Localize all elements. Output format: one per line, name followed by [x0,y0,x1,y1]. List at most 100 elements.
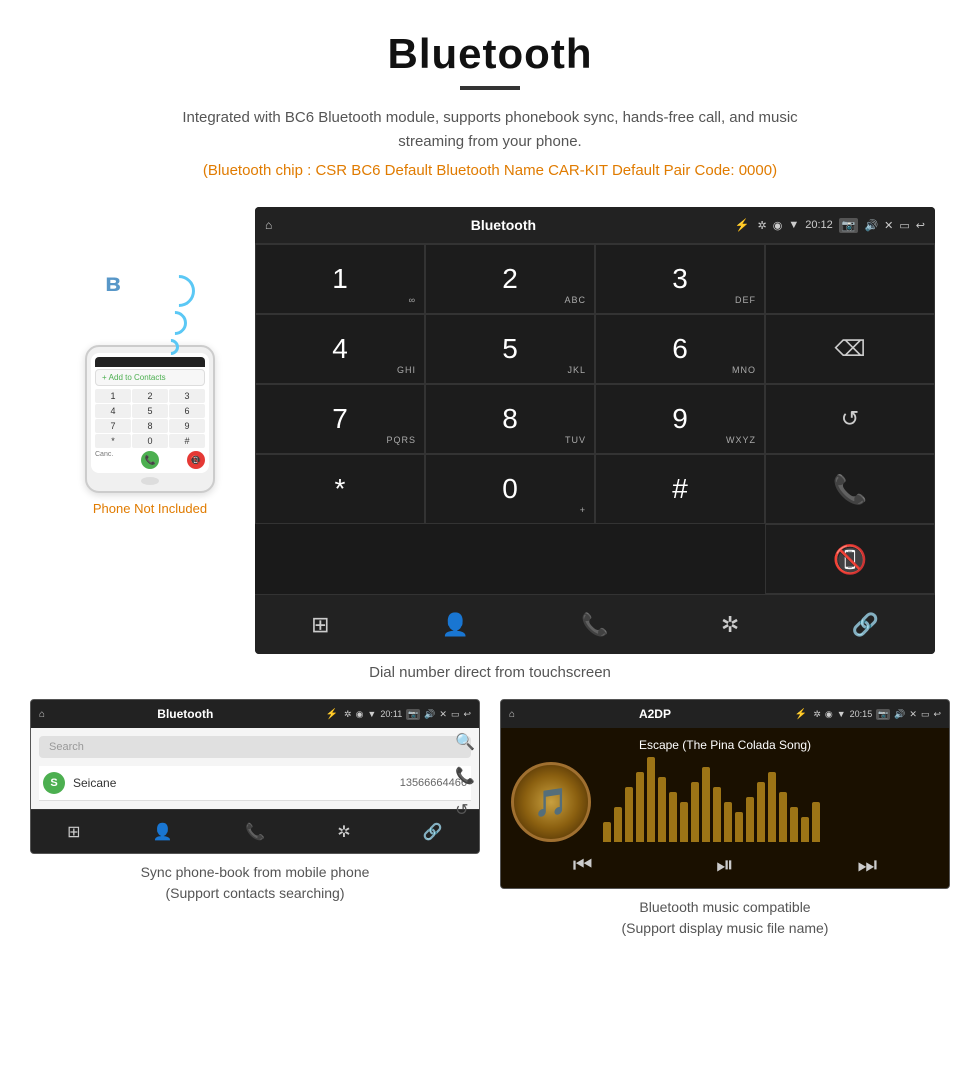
dial-key-8[interactable]: 8TUV [425,384,595,454]
phone-key-hash: # [169,434,205,448]
dial-key-hash[interactable]: # [595,454,765,524]
contacts-refresh-icon[interactable]: ↺ [455,800,475,820]
dial-cell-empty-1 [765,244,935,314]
dial-key-reload[interactable]: ↺ [765,384,935,454]
contacts-bt-icon: ✲ [344,709,352,720]
car-bottom-link-icon[interactable]: 🔗 [851,612,878,638]
contact-row[interactable]: S Seicane 13566664466 [39,766,471,801]
music-bt-icon: ✲ [813,709,821,720]
eq-bar [691,782,699,842]
music-next-button[interactable]: ⏭ [857,852,877,878]
phone-side: ʙ + Add to Contacts 1 2 3 4 5 [45,267,255,516]
search-bar[interactable]: Search [39,736,471,758]
contacts-bottom-phone-icon[interactable]: 📞 [245,822,265,842]
eq-bar [669,792,677,842]
dial-key-3[interactable]: 3DEF [595,244,765,314]
dial-end-button[interactable]: 📵 [765,524,935,594]
music-prev-button[interactable]: ⏮ [573,852,593,878]
contacts-bottom-bt-icon[interactable]: ✲ [337,822,350,842]
bluetooth-signal-area: ʙ [105,267,195,337]
subtitle: Integrated with BC6 Bluetooth module, su… [150,106,830,154]
music-controls: ⏮ ⏯ ⏭ [511,852,939,878]
contacts-bottom-user-icon[interactable]: 👤 [153,822,173,842]
music-sig-icon: ▼ [837,709,846,720]
phone-home-button[interactable] [141,477,159,485]
music-home-icon[interactable]: ⌂ [509,709,515,720]
car-window-icon: ▭ [899,219,909,232]
car-dialpad-screen: ⌂ Bluetooth ⚡ ✲ ◉ ▼ 20:12 📷 🔊 ✕ ▭ ↩ 1∞ 2… [255,207,935,654]
signal-arc-medium [158,306,192,340]
eq-bar [713,787,721,842]
music-loc-icon: ◉ [825,709,833,720]
main-content: ʙ + Add to Contacts 1 2 3 4 5 [0,207,980,654]
dial-key-5[interactable]: 5JKL [425,314,595,384]
dial-key-star[interactable]: * [255,454,425,524]
car-location-icon: ◉ [773,219,783,232]
eq-bar [636,772,644,842]
contacts-close-icon[interactable]: ✕ [439,709,447,720]
dial-key-delete[interactable]: ⌫ [765,314,935,384]
car-bottom-grid-icon[interactable]: ⊞ [311,612,329,638]
music-body: Escape (The Pina Colada Song) 🎵 ⏮ ⏯ ⏭ [501,728,949,888]
dial-key-7[interactable]: 7PQRS [255,384,425,454]
phone-end-button[interactable]: 📵 [187,451,205,469]
contacts-home-icon[interactable]: ⌂ [39,709,45,720]
phone-key-3: 3 [169,389,205,403]
eq-bar [680,802,688,842]
contacts-time: 20:11 [380,709,402,720]
music-back-icon[interactable]: ↩ [933,709,941,720]
music-main: 🎵 [511,762,939,842]
contacts-bottom-grid-icon[interactable]: ⊞ [67,822,80,842]
car-close-icon[interactable]: ✕ [884,219,893,232]
music-time: 20:15 [850,709,873,720]
contacts-status-bar: ⌂ Bluetooth ⚡ ✲ ◉ ▼ 20:11 📷 🔊 ✕ ▭ ↩ [31,700,479,728]
music-close-icon[interactable]: ✕ [909,709,917,720]
car-home-icon[interactable]: ⌂ [265,218,272,232]
contacts-back-icon[interactable]: ↩ [463,709,471,720]
contacts-win-icon: ▭ [451,709,460,720]
phone-status-bar [95,357,205,367]
car-usb-icon: ⚡ [735,218,750,232]
bottom-row: ⌂ Bluetooth ⚡ ✲ ◉ ▼ 20:11 📷 🔊 ✕ ▭ ↩ [0,699,980,959]
car-bottom-phone-icon[interactable]: 📞 [581,612,608,638]
music-play-pause-button[interactable]: ⏯ [716,852,734,878]
contacts-call-icon[interactable]: 📞 [455,766,475,786]
phone-key-6: 6 [169,404,205,418]
add-contact-label: Add to Contacts [109,373,166,382]
music-win-icon: ▭ [921,709,930,720]
contacts-bottom-link-icon[interactable]: 🔗 [423,822,443,842]
eq-bar [658,777,666,842]
dial-key-9[interactable]: 9WXYZ [595,384,765,454]
dial-key-0[interactable]: 0+ [425,454,595,524]
music-screen: ⌂ A2DP ⚡ ✲ ◉ ▼ 20:15 📷 🔊 ✕ ▭ ↩ Escape (T… [500,699,950,889]
phone-key-0: 0 [132,434,168,448]
contacts-search-icon[interactable]: 🔍 [455,732,475,752]
car-bottom-bt-icon[interactable]: ✲ [721,612,739,638]
phone-call-button[interactable]: 📞 [141,451,159,469]
contacts-loc-icon: ◉ [356,709,364,720]
search-placeholder: Search [49,741,84,753]
eq-bar [735,812,743,842]
dial-key-4[interactable]: 4GHI [255,314,425,384]
car-status-bar: ⌂ Bluetooth ⚡ ✲ ◉ ▼ 20:12 📷 🔊 ✕ ▭ ↩ [255,207,935,243]
contacts-bottom-bar: ⊞ 👤 📞 ✲ 🔗 [31,809,479,853]
equalizer-bars [603,762,939,842]
contacts-sig-icon: ▼ [367,709,376,720]
car-back-icon[interactable]: ↩ [916,219,925,232]
contacts-status-icons: ✲ ◉ ▼ 20:11 📷 🔊 ✕ ▭ ↩ [344,709,471,720]
dial-key-6[interactable]: 6MNO [595,314,765,384]
dial-key-2[interactable]: 2ABC [425,244,595,314]
contacts-vol-icon: 🔊 [424,709,435,720]
phone-key-star: * [95,434,131,448]
dial-key-1[interactable]: 1∞ [255,244,425,314]
song-title: Escape (The Pina Colada Song) [639,738,811,752]
dial-call-button[interactable]: 📞 [765,454,935,524]
eq-bar [801,817,809,842]
eq-bar [647,757,655,842]
eq-bar [603,822,611,842]
contacts-screen: ⌂ Bluetooth ⚡ ✲ ◉ ▼ 20:11 📷 🔊 ✕ ▭ ↩ [30,699,480,854]
car-bottom-contacts-icon[interactable]: 👤 [442,612,469,638]
car-screen-title: Bluetooth [280,217,726,233]
phone-bottom-row: Canc. 📞 📵 [95,451,205,469]
eq-bar [614,807,622,842]
